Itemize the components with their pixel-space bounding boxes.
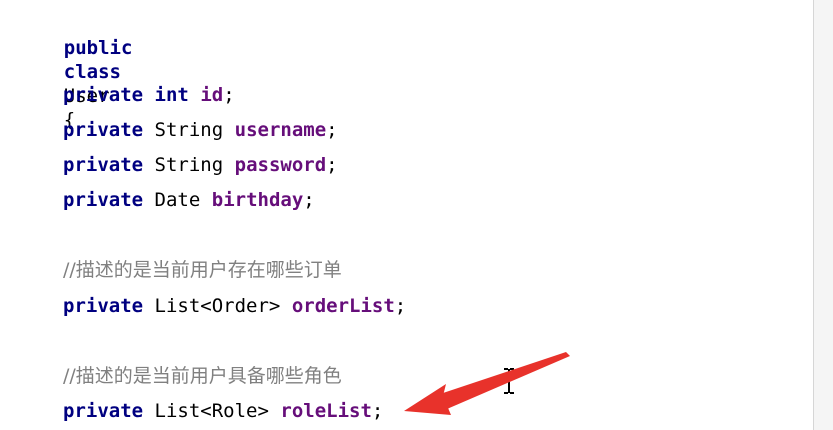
type-date: Date — [154, 189, 201, 211]
field-line-password: private String password; — [0, 153, 338, 177]
semicolon: ; — [303, 189, 315, 211]
comment-orders: //描述的是当前用户存在哪些订单 — [63, 259, 342, 281]
semicolon: ; — [394, 295, 407, 317]
field-name-id: id — [200, 84, 224, 106]
semicolon: ; — [326, 119, 338, 141]
field-line-orderlist: private List<Order> orderList; — [0, 294, 406, 318]
text-cursor-icon — [504, 368, 514, 394]
type-list-order: List<Order> — [154, 295, 281, 317]
field-name-birthday: birthday — [211, 189, 304, 211]
field-line-id: private int id; — [0, 83, 235, 107]
keyword-private: private — [63, 400, 144, 422]
field-name-password: password — [234, 154, 327, 176]
field-name-orderlist: orderList — [291, 295, 395, 317]
keyword-class: class — [63, 61, 121, 83]
keyword-public: public — [63, 37, 133, 59]
semicolon: ; — [326, 154, 338, 176]
field-name-username: username — [234, 119, 327, 141]
field-name-rolelist: roleList — [280, 400, 372, 422]
keyword-private: private — [63, 119, 144, 141]
keyword-private: private — [63, 189, 144, 211]
field-line-birthday: private Date birthday; — [0, 188, 315, 212]
type-list-role: List<Role> — [154, 400, 269, 422]
comment-roles: //描述的是当前用户具备哪些角色 — [63, 365, 342, 387]
field-line-rolelist: private List<Role> roleList; — [0, 399, 383, 423]
semicolon: ; — [371, 400, 384, 422]
field-line-username: private String username; — [0, 118, 338, 142]
semicolon: ; — [223, 84, 235, 106]
vertical-scrollbar[interactable] — [814, 0, 833, 430]
keyword-private: private — [63, 295, 144, 317]
keyword-private: private — [63, 154, 144, 176]
type-int: int — [154, 84, 189, 106]
type-string: String — [154, 119, 224, 141]
type-string: String — [154, 154, 224, 176]
code-editor[interactable]: public class User { private int id; priv… — [0, 0, 813, 430]
keyword-private: private — [63, 84, 144, 106]
